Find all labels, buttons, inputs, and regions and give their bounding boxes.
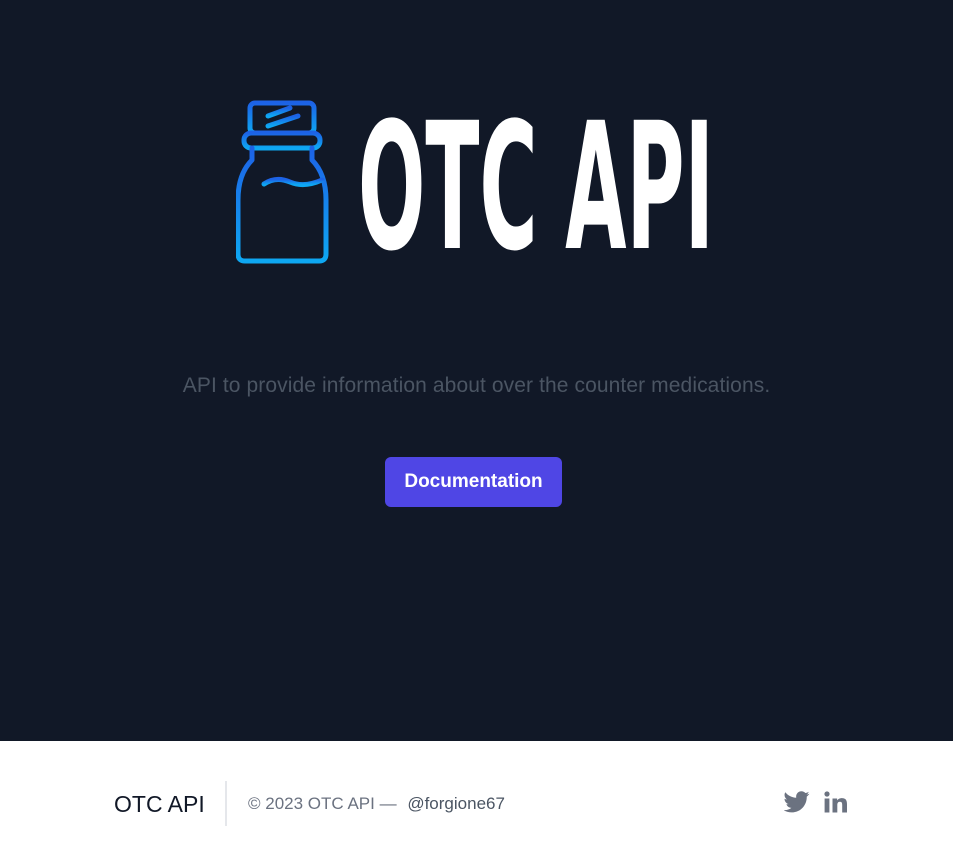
footer-copyright: © 2023 OTC API — @forgione67 xyxy=(248,794,505,814)
page: OTC API API to provide information about… xyxy=(0,0,953,862)
footer: OTC API © 2023 OTC API — @forgione67 xyxy=(0,741,953,862)
bottle-icon xyxy=(236,100,329,264)
documentation-button[interactable]: Documentation xyxy=(385,457,562,507)
footer-brand-link[interactable]: OTC API xyxy=(114,791,205,818)
author-handle-link[interactable]: @forgione67 xyxy=(407,794,505,813)
logo-text: OTC API xyxy=(358,100,714,264)
tagline: API to provide information about over th… xyxy=(182,374,771,397)
logo: OTC API xyxy=(236,100,716,264)
hero-section: OTC API API to provide information about… xyxy=(0,0,953,741)
copyright-text: © 2023 OTC API — xyxy=(248,794,397,813)
footer-divider xyxy=(225,781,227,826)
twitter-icon[interactable] xyxy=(783,791,810,815)
linkedin-icon[interactable] xyxy=(824,791,850,815)
